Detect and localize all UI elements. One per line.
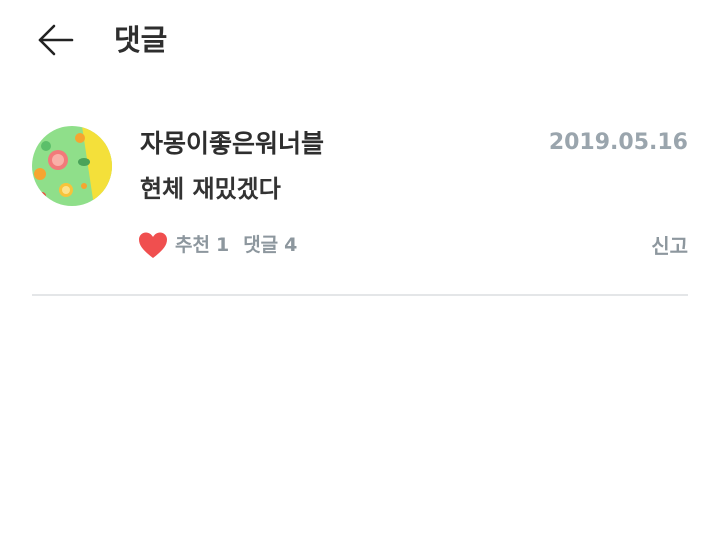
comment-username[interactable]: 자몽이좋은워너블 bbox=[140, 127, 324, 161]
citrus-fruit-avatar-icon bbox=[32, 126, 112, 206]
reply-button[interactable]: 댓글 4 bbox=[243, 230, 297, 260]
arrow-left-icon bbox=[38, 24, 74, 56]
like-button[interactable]: 추천 1 bbox=[138, 230, 229, 260]
page-title: 댓글 bbox=[114, 23, 168, 57]
comment-date: 2019.05.16 bbox=[548, 130, 688, 155]
comment-actions: 추천 1 댓글 4 bbox=[138, 228, 297, 262]
avatar[interactable] bbox=[32, 126, 112, 206]
top-bar: 댓글 bbox=[0, 0, 720, 80]
like-count: 1 bbox=[215, 234, 230, 256]
reply-count: 4 bbox=[284, 234, 298, 256]
report-button[interactable]: 신고 bbox=[651, 231, 688, 261]
divider bbox=[32, 294, 688, 296]
like-label: 추천 bbox=[175, 234, 210, 256]
heart-icon bbox=[139, 232, 167, 258]
back-button[interactable] bbox=[34, 20, 76, 60]
reply-label: 댓글 bbox=[243, 234, 279, 256]
comment-body: 현체 재밌겠다 bbox=[140, 175, 281, 203]
comment-item: 자몽이좋은워너블 2019.05.16 현체 재밌겠다 추천 1 댓글 4 신고 bbox=[0, 110, 720, 296]
